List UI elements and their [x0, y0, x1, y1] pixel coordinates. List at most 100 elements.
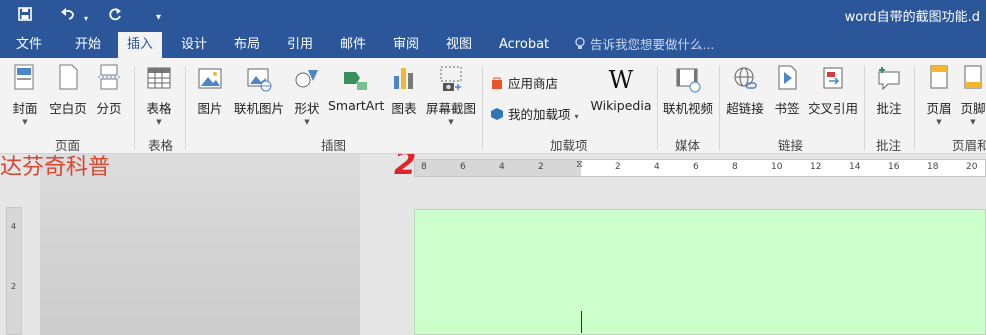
online-picture-label: 联机图片 — [233, 101, 284, 116]
picture-icon — [198, 68, 222, 89]
chevron-down-icon: ▾ — [574, 112, 579, 121]
undo-dropdown-icon[interactable]: ▾ — [84, 9, 88, 29]
group-separator — [482, 66, 483, 150]
tab-file[interactable]: 文件 — [16, 32, 42, 58]
comment-label: 批注 — [876, 101, 902, 116]
shapes-button[interactable]: 形状 ▼ — [290, 64, 324, 127]
my-addins-label: 我的加载项 — [507, 107, 571, 122]
wikipedia-button[interactable]: W Wikipedia — [590, 64, 652, 113]
bookmark-label: 书签 — [774, 101, 800, 116]
cross-reference-icon — [823, 67, 843, 89]
store-button[interactable]: 应用商店 — [490, 73, 558, 92]
chart-label: 图表 — [391, 101, 417, 116]
page-break-button[interactable]: 分页 — [92, 64, 126, 117]
cover-page-label: 封面 — [12, 101, 38, 116]
table-label: 表格 — [146, 101, 172, 116]
screenshot-button[interactable]: 屏幕截图 ▼ — [425, 64, 477, 127]
document-title: word自带的截图功能.d — [844, 10, 980, 25]
group-label-tables: 表格 — [148, 138, 174, 153]
chevron-down-icon: ▼ — [304, 118, 310, 126]
group-label-pages: 页面 — [55, 138, 81, 153]
footer-button[interactable]: 页脚 ▼ — [960, 64, 986, 127]
shapes-icon — [295, 70, 318, 88]
bookmark-icon — [778, 65, 797, 90]
tab-insert[interactable]: 插入 — [118, 32, 163, 58]
smartart-label: SmartArt — [328, 98, 385, 113]
tab-design[interactable]: 设计 — [181, 32, 207, 58]
online-picture-icon — [247, 68, 272, 92]
tell-me-text: 告诉我您想要做什么... — [589, 37, 715, 52]
chevron-down-icon: ▼ — [22, 118, 28, 126]
cross-reference-button[interactable]: 交叉引用 — [807, 64, 859, 117]
group-label-media: 媒体 — [675, 138, 701, 153]
chart-button[interactable]: 图表 — [387, 64, 421, 117]
hyperlink-label: 超链接 — [726, 101, 764, 116]
my-addins-icon — [491, 108, 503, 120]
title-bar: ▾ ▾ word自带的截图功能.d — [0, 0, 986, 32]
ribbon: 封面 ▼ 空白页 分页 页面 表格 ▼ 表格 图片 联机图片 形状 ▼ Smar… — [0, 58, 986, 154]
tab-review[interactable]: 审阅 — [393, 32, 419, 58]
chevron-down-icon: ▼ — [448, 118, 454, 126]
group-separator — [657, 66, 658, 150]
lightbulb-icon — [575, 37, 585, 49]
bookmark-button[interactable]: 书签 — [770, 64, 804, 117]
screenshot-icon — [440, 66, 462, 91]
hyperlink-button[interactable]: 超链接 — [724, 64, 766, 117]
cross-reference-label: 交叉引用 — [807, 101, 858, 116]
online-video-button[interactable]: 联机视频 — [662, 64, 714, 117]
chevron-down-icon: ▼ — [936, 118, 942, 126]
comment-button[interactable]: 批注 — [870, 64, 908, 117]
comment-icon — [878, 67, 900, 91]
online-video-label: 联机视频 — [662, 101, 713, 116]
chevron-down-icon: ▼ — [970, 118, 976, 126]
undo-icon[interactable] — [60, 6, 76, 26]
header-icon — [930, 65, 948, 89]
tab-acrobat[interactable]: Acrobat — [499, 32, 549, 58]
tab-mailings[interactable]: 邮件 — [340, 32, 366, 58]
blank-page-label: 空白页 — [49, 101, 87, 116]
tell-me-box[interactable]: 告诉我您想要做什么... — [574, 32, 714, 58]
blank-page-icon — [59, 64, 78, 90]
group-separator — [719, 66, 720, 150]
header-label: 页眉 — [926, 101, 952, 116]
redo-icon[interactable] — [108, 6, 122, 26]
cover-page-button[interactable]: 封面 ▼ — [8, 64, 42, 127]
annotation-step-2: 2 — [394, 154, 417, 182]
chevron-down-icon: ▼ — [156, 118, 162, 126]
header-button[interactable]: 页眉 ▼ — [922, 64, 956, 127]
wikipedia-icon: W — [608, 66, 634, 94]
chevron-down-icon[interactable]: ▾ — [156, 8, 161, 28]
picture-button[interactable]: 图片 — [193, 64, 227, 117]
tab-layout[interactable]: 布局 — [234, 32, 260, 58]
group-label-links: 链接 — [778, 138, 804, 153]
group-separator — [185, 66, 186, 150]
group-label-header-footer: 页眉和 — [952, 138, 986, 153]
table-button[interactable]: 表格 ▼ — [142, 64, 176, 127]
group-label-comments: 批注 — [876, 138, 902, 153]
annotation-step-1: 1 — [180, 154, 202, 158]
page-break-label: 分页 — [96, 101, 122, 116]
tab-view[interactable]: 视图 — [446, 32, 472, 58]
hyperlink-icon — [734, 67, 757, 89]
table-icon — [147, 67, 171, 89]
ribbon-tabs: 文件 开始 插入 设计 布局 引用 邮件 审阅 视图 Acrobat 告诉我您想… — [0, 32, 986, 58]
tab-references[interactable]: 引用 — [287, 32, 313, 58]
wikipedia-label: Wikipedia — [590, 98, 652, 113]
group-separator — [134, 66, 135, 150]
my-addins-button[interactable]: 我的加载项 ▾ — [490, 104, 579, 123]
page-break-icon — [98, 64, 120, 90]
chart-icon — [394, 68, 413, 89]
tab-home[interactable]: 开始 — [75, 32, 101, 58]
annotation-arrows — [0, 154, 986, 335]
screenshot-label: 屏幕截图 — [425, 101, 476, 116]
blank-page-button[interactable]: 空白页 — [46, 64, 90, 117]
document-area: 达芬奇科普 86422468101214161820⧖ 4 2 1 2 — [0, 154, 986, 335]
group-label-illustrations: 插图 — [321, 138, 347, 153]
cover-page-icon — [14, 64, 34, 90]
store-label: 应用商店 — [507, 76, 558, 91]
smartart-button[interactable]: SmartArt — [328, 64, 385, 113]
online-picture-button[interactable]: 联机图片 — [231, 64, 287, 117]
group-separator — [914, 66, 915, 150]
save-icon[interactable] — [18, 6, 32, 26]
online-video-icon — [676, 68, 701, 93]
